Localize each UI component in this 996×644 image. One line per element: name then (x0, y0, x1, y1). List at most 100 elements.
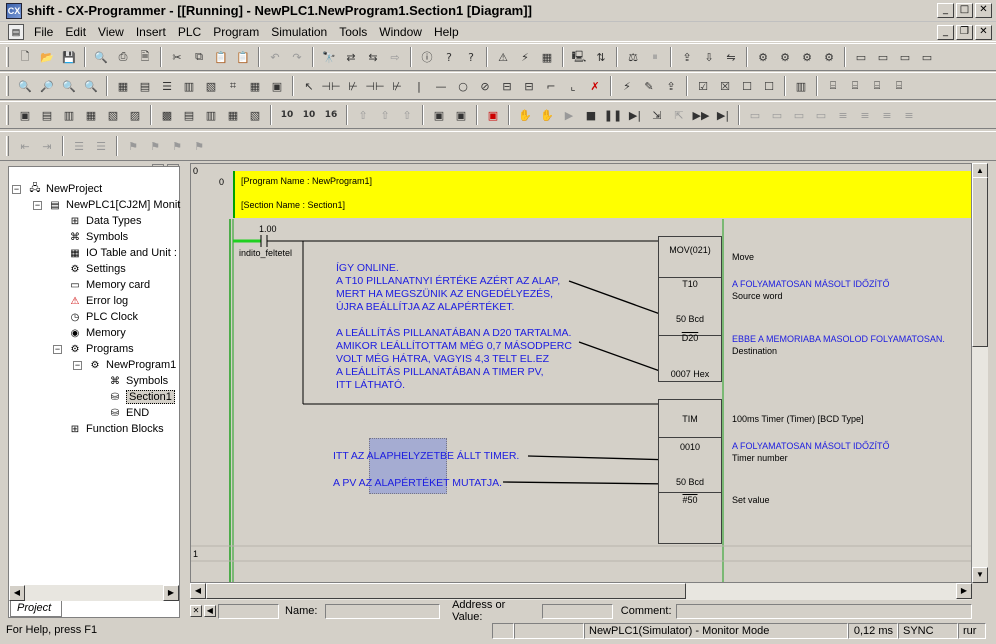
symbols-window-icon[interactable]: ▨ (125, 105, 145, 125)
instruction-icon[interactable]: ⊟ (497, 76, 517, 96)
watch2-icon[interactable]: ⌸ (867, 76, 887, 96)
tree-item-newprogram1[interactable]: ⚙ NewProgram1 (87, 357, 177, 373)
transfer-edit-icon[interactable]: ⇪ (661, 76, 681, 96)
horizontal-line-icon[interactable]: — (431, 76, 451, 96)
tree-item-plc-clock[interactable]: ◷ PLC Clock (67, 309, 138, 325)
menu-program[interactable]: Program (207, 25, 265, 39)
step-out-sim-icon[interactable]: ⇱ (669, 105, 689, 125)
close-button[interactable]: ✕ (975, 3, 992, 18)
tree-item-plc[interactable]: ▤ NewPLC1[CJ2M] Monit (47, 197, 180, 213)
scroll-right-icon[interactable]: ▶ (163, 585, 179, 601)
tb3-e-icon[interactable]: ≡ (833, 105, 853, 125)
menu-plc[interactable]: PLC (172, 25, 207, 39)
vertical-line-icon[interactable]: | (409, 76, 429, 96)
menu-view[interactable]: View (92, 25, 130, 39)
run-mode-icon[interactable]: ⚙ (819, 47, 839, 67)
transfer-from-plc-icon[interactable]: ⇩ (699, 47, 719, 67)
debug-mode-icon[interactable]: ⚙ (775, 47, 795, 67)
mov-instruction-block[interactable]: MOV(021) T10 50 Bcd D20 0007 Hex (658, 236, 722, 382)
document-icon[interactable]: ▤ (8, 23, 24, 40)
table-icon[interactable]: ▦ (245, 76, 265, 96)
tree-item-data-types[interactable]: ⊞ Data Types (67, 213, 142, 229)
scroll-right-icon[interactable]: ▶ (956, 583, 972, 599)
monitor-icon[interactable]: ▦ (537, 47, 557, 67)
step-out-icon[interactable]: ⇧ (397, 105, 417, 125)
ladder-view-icon[interactable]: ▩ (157, 105, 177, 125)
properties-icon[interactable]: ▧ (103, 105, 123, 125)
tb3-f-icon[interactable]: ≡ (855, 105, 875, 125)
simulator2-icon[interactable]: ▣ (451, 105, 471, 125)
outdent-icon[interactable]: ⇥ (37, 136, 57, 156)
contact-no-icon[interactable]: ⊣⊢ (321, 76, 341, 96)
info-icon[interactable]: ⓘ (417, 47, 437, 67)
work-online-icon[interactable]: 🖳 (569, 47, 589, 67)
toggle-bit-icon[interactable]: ☑ (693, 76, 713, 96)
prev-info-icon[interactable]: ◀ (203, 605, 216, 617)
sim-connect-icon[interactable]: ▣ (483, 105, 503, 125)
close-info-icon[interactable]: ✕ (190, 605, 202, 617)
tree-item-end[interactable]: ⛁ END (107, 405, 149, 421)
menu-tools[interactable]: Tools (333, 25, 373, 39)
force-cancel-icon[interactable]: ☐ (759, 76, 779, 96)
display-10-icon[interactable]: 10 (277, 105, 297, 125)
pause-icon[interactable]: ⏸ (645, 47, 665, 67)
tree-item-program-symbols[interactable]: ⌘ Symbols (107, 373, 168, 389)
diagram-vertical-scrollbar[interactable]: ▲ ▼ (972, 163, 988, 583)
output-window-icon[interactable]: ▤ (37, 105, 57, 125)
watch3-icon[interactable]: ⌸ (889, 76, 909, 96)
save-icon[interactable]: 💾 (59, 47, 79, 67)
bookmark-clear-icon[interactable]: ⚑ (189, 136, 209, 156)
force-on-icon[interactable]: ☒ (715, 76, 735, 96)
doc-minimize-button[interactable]: _ (937, 25, 954, 40)
mnemonic-icon[interactable]: ▧ (201, 76, 221, 96)
scan-icon[interactable]: ▶| (713, 105, 733, 125)
indent-icon[interactable]: ⇤ (15, 136, 35, 156)
scroll-thumb[interactable] (972, 177, 988, 347)
doc-restore-button[interactable]: ❐ (956, 25, 973, 40)
collapse-icon[interactable]: − (12, 185, 21, 194)
line-corner-icon[interactable]: ⌞ (563, 76, 583, 96)
tree-item-memory[interactable]: ◉ Memory (67, 325, 126, 341)
instruction2-icon[interactable]: ⊟ (519, 76, 539, 96)
undo-icon[interactable]: ↶ (265, 47, 285, 67)
io-icon[interactable]: ⌸ (823, 76, 843, 96)
tb3-g-icon[interactable]: ≡ (877, 105, 897, 125)
coil-nc-icon[interactable]: ⊘ (475, 76, 495, 96)
tree-item-error-log[interactable]: ⚠ Error log (67, 293, 129, 309)
zoom-out-icon[interactable]: 🔍 (59, 76, 79, 96)
zoom-icon[interactable]: 🔍 (15, 76, 35, 96)
tree-item-memory-card[interactable]: ▭ Memory card (67, 277, 150, 293)
delete-line-icon[interactable]: ✗ (585, 76, 605, 96)
preview-icon[interactable]: 🗎 (135, 47, 155, 67)
view-3-icon[interactable]: ▭ (895, 47, 915, 67)
comment-lines-icon[interactable]: ☰ (69, 136, 89, 156)
zoom-in-icon[interactable]: 🔎 (37, 76, 57, 96)
stop-icon[interactable]: ■ (581, 105, 601, 125)
paste-special-icon[interactable]: 📋 (233, 47, 253, 67)
tb3-d-icon[interactable]: ▭ (811, 105, 831, 125)
pause-sim-icon[interactable]: ❚❚ (603, 105, 623, 125)
compare-icon[interactable]: ⇋ (721, 47, 741, 67)
bookmark-icon[interactable]: ⚑ (123, 136, 143, 156)
view-1-icon[interactable]: ▭ (851, 47, 871, 67)
network-icon[interactable]: ⌗ (223, 76, 243, 96)
collapse-icon[interactable]: − (53, 345, 62, 354)
scroll-thumb[interactable] (206, 583, 686, 599)
warning-icon[interactable]: ⚠ (493, 47, 513, 67)
cross-table-icon[interactable]: ▣ (267, 76, 287, 96)
new-icon[interactable]: 🗋 (15, 47, 35, 67)
tb3-h-icon[interactable]: ≡ (899, 105, 919, 125)
zoom-fit-icon[interactable]: 🔍 (81, 76, 101, 96)
step-in-icon[interactable]: ⇲ (647, 105, 667, 125)
menu-simulation[interactable]: Simulation (265, 25, 333, 39)
tab-project[interactable]: Project (10, 601, 62, 617)
tree-item-io-table[interactable]: ▦ IO Table and Unit : (67, 245, 177, 261)
name-field[interactable] (325, 603, 441, 619)
help-icon[interactable]: ? (439, 47, 459, 67)
force-off-icon[interactable]: ☐ (737, 76, 757, 96)
ladder-diagram[interactable]: 0 0 [Program Name : NewProgram1] [Sectio… (190, 163, 972, 583)
run-icon[interactable]: ▶ (559, 105, 579, 125)
tb3-a-icon[interactable]: ▭ (745, 105, 765, 125)
menu-edit[interactable]: Edit (59, 25, 92, 39)
tim-instruction-block[interactable]: TIM 0010 50 Bcd #50 (658, 399, 722, 544)
